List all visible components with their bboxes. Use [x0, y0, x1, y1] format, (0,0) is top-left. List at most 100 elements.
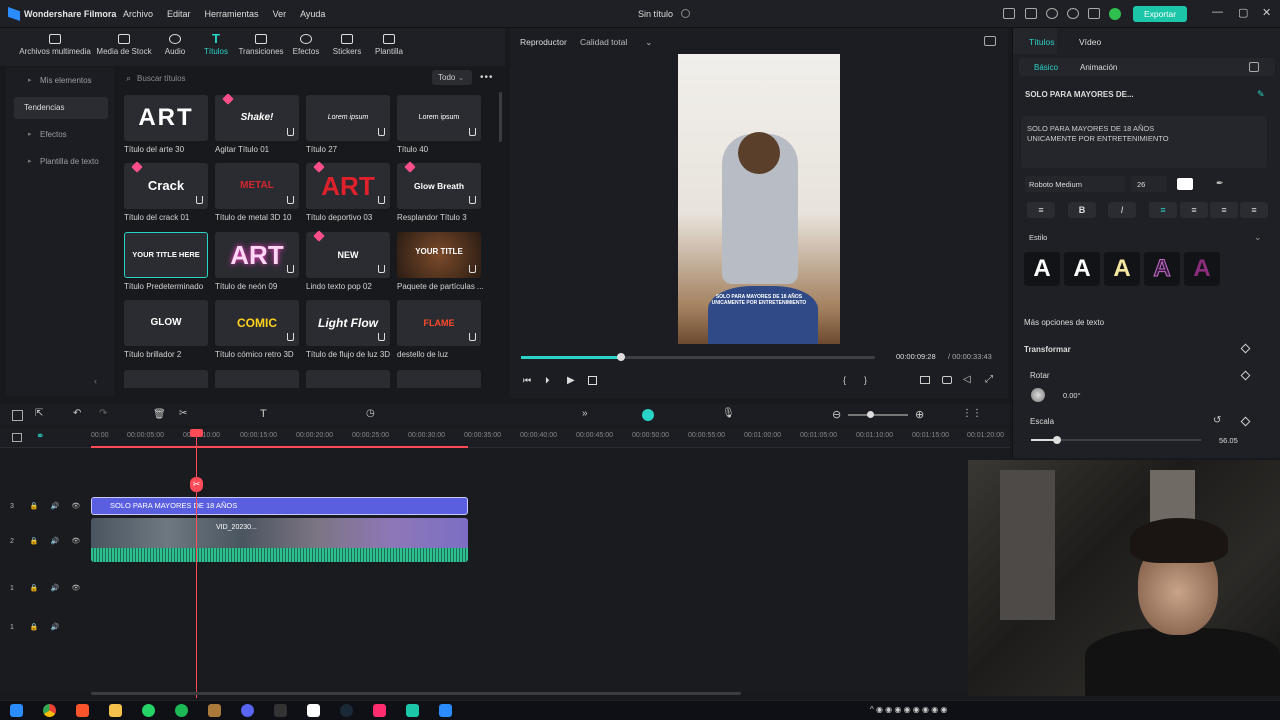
more-tools-icon[interactable]: » — [582, 408, 588, 419]
nav-my-elements[interactable]: ▸ Mis elementos — [14, 70, 108, 92]
title-thumb[interactable]: METAL — [215, 163, 299, 209]
snapshot-icon[interactable] — [984, 36, 996, 46]
color-swatch[interactable] — [1177, 178, 1193, 190]
menu-archivo[interactable]: Archivo — [123, 9, 153, 19]
save-icon[interactable] — [1025, 8, 1037, 19]
italic-button[interactable]: I — [1108, 202, 1136, 218]
nav-text-template[interactable]: ▸ Plantilla de texto — [14, 151, 108, 173]
rotate-dial[interactable] — [1031, 388, 1045, 402]
collapse-icon[interactable]: ‹ — [94, 376, 97, 386]
cut-icon[interactable]: ✂ — [179, 408, 187, 419]
text-tool-icon[interactable]: T — [260, 408, 267, 420]
scale-value[interactable]: 56.05 — [1219, 436, 1238, 445]
transform-section[interactable]: Transformar — [1024, 345, 1071, 354]
app-icon[interactable] — [307, 704, 320, 717]
steam-icon[interactable] — [340, 704, 353, 717]
reset-icon[interactable]: ↺ — [1213, 415, 1221, 426]
filmora-taskbar-icon[interactable] — [439, 704, 452, 717]
preset-icon[interactable] — [1249, 62, 1259, 72]
title-thumb[interactable]: ART — [215, 232, 299, 278]
title-thumb[interactable]: COMIC — [215, 300, 299, 346]
nav-effects[interactable]: ▸ Efectos — [14, 124, 108, 146]
style-preset[interactable]: A — [1024, 252, 1060, 286]
delete-icon[interactable]: 🗑 — [153, 409, 166, 420]
layout-grid-icon[interactable]: ⋮⋮ — [962, 408, 982, 419]
playhead[interactable] — [196, 432, 197, 698]
app-icon[interactable] — [406, 704, 419, 717]
scale-knob[interactable] — [1053, 436, 1061, 444]
title-thumb[interactable]: Light Flow — [306, 300, 390, 346]
style-preset[interactable]: A — [1104, 252, 1140, 286]
play-frame-icon[interactable]: ⏵ — [545, 375, 550, 386]
align-left-button[interactable]: ≡ — [1149, 202, 1177, 218]
search-input[interactable]: Buscar títulos — [137, 74, 185, 83]
grid-icon[interactable] — [12, 410, 23, 421]
menu-herramientas[interactable]: Herramientas — [205, 9, 259, 19]
brave-icon[interactable] — [76, 704, 89, 717]
undo-icon[interactable]: ↶ — [73, 408, 81, 419]
timeline-scrollbar[interactable] — [91, 692, 741, 695]
style-preset[interactable]: A — [1064, 252, 1100, 286]
chrome-icon[interactable] — [43, 704, 56, 717]
edit-text-icon[interactable]: ✎ — [1257, 89, 1265, 100]
file-explorer-icon[interactable] — [109, 704, 122, 717]
title-thumb-partial[interactable] — [306, 370, 390, 388]
font-select[interactable]: Roboto Medium — [1025, 176, 1125, 192]
line-spacing-button[interactable]: ≡ — [1027, 202, 1055, 218]
account-icon[interactable] — [1109, 8, 1121, 20]
overlay-title-text[interactable]: SOLO PARA MAYORES DE 18 AÑOS UNICAMENTE … — [698, 294, 820, 306]
link-icon[interactable]: ⚭ — [36, 431, 44, 442]
justify-button[interactable]: ≡ — [1240, 202, 1268, 218]
menu-ver[interactable]: Ver — [273, 9, 287, 19]
cloud-status-icon[interactable] — [681, 9, 690, 18]
export-button[interactable]: Exportar — [1133, 6, 1187, 22]
subtab-animation[interactable]: Animación — [1080, 63, 1117, 72]
system-tray[interactable]: ^ ◉ ◉ ◉ ◉ ◉ ◉ ◉ ◉ — [870, 705, 947, 714]
cloud-upload-icon[interactable] — [1046, 8, 1058, 19]
video-clip[interactable]: VID_20230... — [91, 518, 468, 562]
title-thumb[interactable]: YOUR TITLE — [397, 232, 481, 278]
whatsapp-icon[interactable] — [142, 704, 155, 717]
mark-out-icon[interactable]: } — [864, 375, 867, 385]
tool-transitions[interactable]: Transiciones — [238, 34, 284, 56]
layout-icon[interactable] — [1003, 8, 1015, 19]
mark-in-icon[interactable]: { — [843, 375, 846, 385]
title-thumb[interactable]: Lorem ipsum — [306, 95, 390, 141]
subtab-basic[interactable]: Básico — [1034, 63, 1058, 72]
spotify-icon[interactable] — [175, 704, 188, 717]
capcut-icon[interactable] — [373, 704, 386, 717]
playback-progress[interactable] — [521, 353, 875, 361]
app-icon[interactable] — [208, 704, 221, 717]
tool-template[interactable]: Plantilla — [372, 34, 406, 56]
title-thumb[interactable]: FLAME — [397, 300, 481, 346]
font-size-select[interactable]: 26 — [1131, 176, 1167, 192]
tool-media[interactable]: Archivos multimedia — [18, 34, 92, 56]
menu-ayuda[interactable]: Ayuda — [300, 9, 325, 19]
align-center-button[interactable]: ≡ — [1180, 202, 1208, 218]
tab-video[interactable]: Vídeo — [1079, 37, 1101, 47]
windows-start-icon[interactable] — [10, 704, 23, 717]
maximize-icon[interactable]: ▢ — [1238, 6, 1248, 19]
more-text-options[interactable]: Más opciones de texto — [1024, 318, 1104, 327]
title-clip[interactable]: SOLO PARA MAYORES DE 18 AÑOS — [91, 497, 468, 515]
quality-dropdown[interactable]: Calidad total ⌄ — [580, 37, 652, 48]
title-thumb-partial[interactable] — [215, 370, 299, 388]
rotate-value[interactable]: 0.00° — [1063, 391, 1081, 400]
more-options-icon[interactable]: ••• — [480, 72, 494, 83]
tab-titles[interactable]: Títulos — [1029, 37, 1055, 47]
zoom-in-icon[interactable]: ⊕ — [915, 408, 924, 421]
text-content-field[interactable]: SOLO PARA MAYORES DE 18 AÑOS UNICAMENTE … — [1021, 116, 1267, 168]
tool-stock[interactable]: Media de Stock — [96, 34, 152, 56]
stop-icon[interactable] — [588, 376, 597, 385]
playhead-handle[interactable] — [190, 429, 203, 437]
play-icon[interactable]: ▶ — [567, 375, 575, 386]
search-bar[interactable]: ⌕ Buscar títulos — [118, 70, 418, 86]
style-preset[interactable]: A — [1184, 252, 1220, 286]
zoom-out-icon[interactable]: ⊖ — [832, 408, 841, 421]
align-right-button[interactable]: ≡ — [1210, 202, 1238, 218]
title-thumb[interactable]: Lorem ipsum — [397, 95, 481, 141]
playhead-scissors-icon[interactable]: ✂ — [190, 477, 203, 492]
support-icon[interactable] — [1067, 8, 1079, 19]
mic-icon[interactable]: 🎙 — [722, 408, 735, 419]
title-thumb-partial[interactable] — [124, 370, 208, 388]
